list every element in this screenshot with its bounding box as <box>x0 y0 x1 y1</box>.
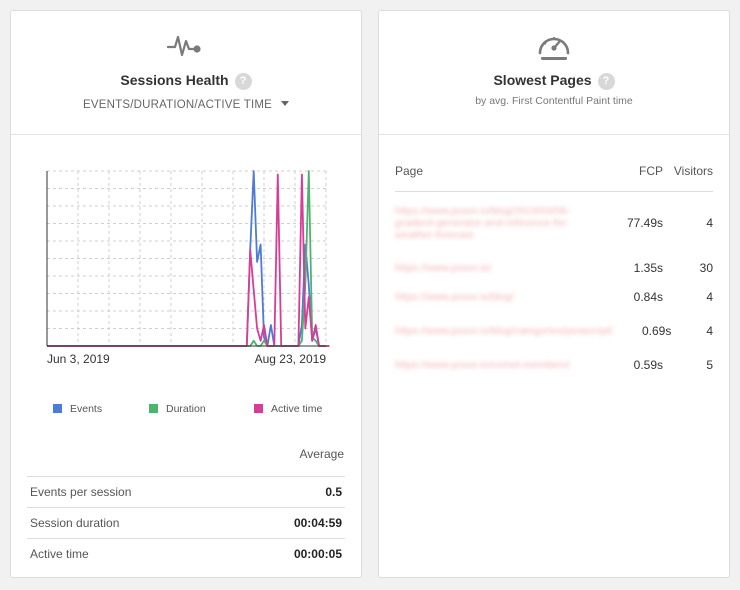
legend-swatch-duration <box>149 404 158 413</box>
fcp-value: 0.59s <box>633 358 663 372</box>
column-header-page: Page <box>395 164 424 178</box>
stats-row: Events per session 0.5 <box>27 477 345 508</box>
legend-label-active-time: Active time <box>271 403 323 415</box>
stats-value: 0.5 <box>325 485 342 499</box>
table-row: https://www.posor.io/blog/categories/jav… <box>395 312 713 350</box>
legend-item-active-time[interactable]: Active time <box>254 403 322 415</box>
sessions-health-card: Sessions Health? EVENTS/DURATION/ACTIVE … <box>10 10 362 578</box>
legend-label-events: Events <box>70 403 103 415</box>
legend-label-duration: Duration <box>166 403 206 415</box>
legend-swatch-events <box>53 404 62 413</box>
pages-table-header: Page FCP Visitors <box>395 161 713 192</box>
series-line-active-time <box>47 173 330 347</box>
chart-grid <box>47 170 327 346</box>
stats-label: Events per session <box>30 485 132 499</box>
stats-value: 00:00:05 <box>293 547 342 561</box>
fcp-value: 1.35s <box>633 261 663 275</box>
x-tick-label-end: Aug 23, 2019 <box>255 352 327 366</box>
stats-row: Session duration 00:04:59 <box>27 508 345 539</box>
legend-swatch-active-time <box>254 404 263 413</box>
session-stats-table: Average Events per session 0.5 Session d… <box>27 445 345 569</box>
fcp-value: 0.69s <box>641 324 672 338</box>
slowest-pages-header: Slowest Pages? by avg. First Contentful … <box>379 11 729 135</box>
speedometer-icon <box>535 31 573 66</box>
legend-item-events[interactable]: Events <box>53 403 102 415</box>
column-header-visitors: Visitors <box>673 164 713 178</box>
visitors-value: 4 <box>706 216 713 230</box>
legend-item-duration[interactable]: Duration <box>149 403 206 415</box>
table-row: https://www.posor.io/blog/ 0.84s 4 <box>395 282 713 312</box>
stats-value: 00:04:59 <box>293 516 342 530</box>
page-link[interactable]: https://www.posor.io/blog/2019/03/06-gra… <box>395 205 607 241</box>
column-header-fcp: FCP <box>639 164 663 178</box>
visitors-value: 5 <box>706 358 713 372</box>
page-link[interactable]: https://www.posor.io/comet-members/ <box>395 359 607 371</box>
stats-header-average: Average <box>27 445 345 477</box>
table-row: https://www.posor.io/blog/2019/03/06-gra… <box>395 192 713 254</box>
page-link[interactable]: https://www.posor.io/blog/categories/jav… <box>395 325 625 337</box>
fcp-value: 0.84s <box>633 290 663 304</box>
table-row: https://www.posor.io/comet-members/ 0.59… <box>395 350 713 380</box>
page-link[interactable]: https://www.posor.io/blog/ <box>395 291 607 303</box>
help-icon[interactable]: ? <box>597 73 615 90</box>
stats-row: Active time 00:00:05 <box>27 539 345 569</box>
stats-label: Active time <box>30 547 89 561</box>
visitors-value: 30 <box>699 261 713 275</box>
stats-label: Session duration <box>30 516 120 530</box>
table-row: https://www.posor.io/ 1.35s 30 <box>395 254 713 282</box>
page-link[interactable]: https://www.posor.io/ <box>395 262 607 274</box>
slowest-pages-subtitle: by avg. First Contentful Paint time <box>475 95 633 107</box>
sessions-chart: Jun 3, 2019 Aug 23, 2019 <box>46 170 330 366</box>
slowest-pages-card: Slowest Pages? by avg. First Contentful … <box>378 10 730 578</box>
fcp-value: 77.49s <box>626 216 663 230</box>
slowest-pages-title: Slowest Pages <box>493 72 592 88</box>
x-tick-label-start: Jun 3, 2019 <box>47 352 110 366</box>
visitors-value: 4 <box>706 324 713 338</box>
visitors-value: 4 <box>706 290 713 304</box>
slowest-pages-table: Page FCP Visitors https://www.posor.io/b… <box>395 161 713 380</box>
slowest-pages-title-row: Slowest Pages? <box>379 72 729 90</box>
